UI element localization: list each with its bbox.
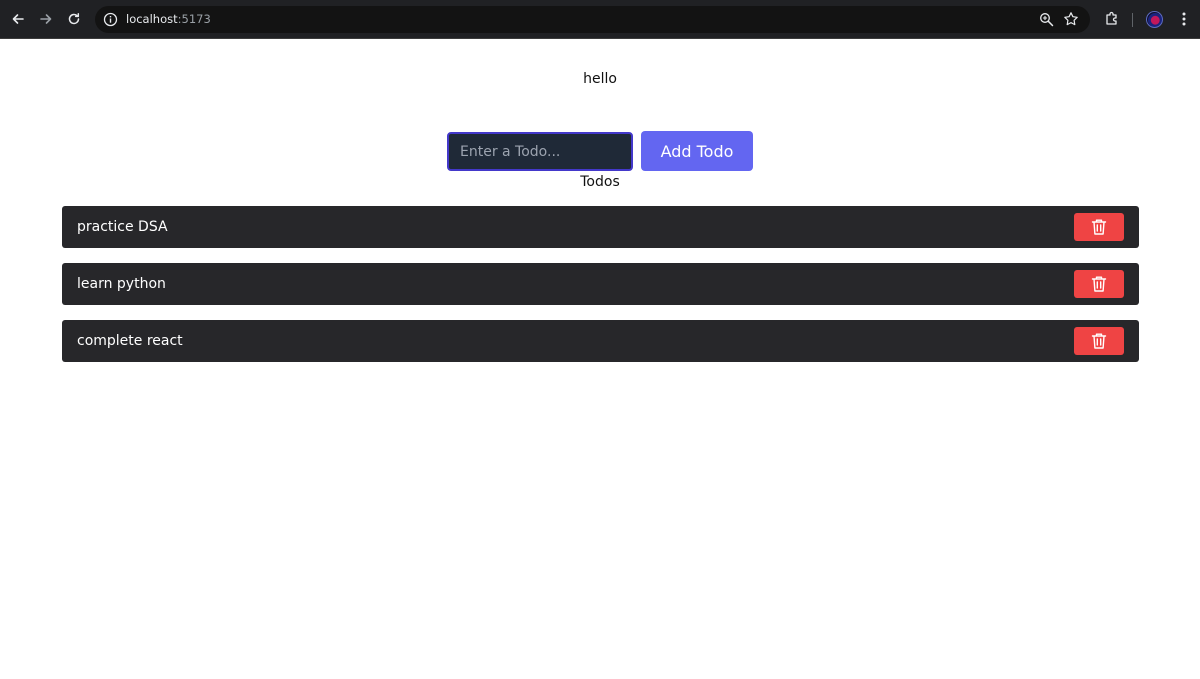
todo-item: complete react bbox=[62, 320, 1139, 362]
kebab-menu-icon[interactable] bbox=[1176, 11, 1192, 27]
todo-input[interactable] bbox=[447, 132, 633, 171]
todo-item-text: practice DSA bbox=[77, 219, 168, 235]
url-text[interactable]: localhost:5173 bbox=[126, 12, 211, 27]
back-arrow-icon bbox=[12, 14, 24, 24]
puzzle-icon[interactable] bbox=[1104, 11, 1120, 27]
todos-heading: Todos bbox=[580, 174, 620, 190]
delete-todo-button[interactable] bbox=[1074, 270, 1124, 298]
reload-icon bbox=[68, 13, 80, 25]
browser-toolbar: localhost:5173 bbox=[0, 0, 1200, 39]
trash-icon bbox=[1091, 219, 1107, 235]
delete-todo-button[interactable] bbox=[1074, 327, 1124, 355]
forward-arrow-icon bbox=[40, 14, 52, 24]
delete-todo-button[interactable] bbox=[1074, 213, 1124, 241]
address-bar[interactable]: localhost:5173 bbox=[95, 6, 1090, 33]
greeting-text: hello bbox=[583, 71, 617, 87]
trash-icon bbox=[1091, 276, 1107, 292]
back-button[interactable] bbox=[8, 9, 28, 29]
star-icon[interactable] bbox=[1063, 11, 1079, 27]
info-icon[interactable] bbox=[103, 12, 118, 27]
url-host: localhost bbox=[126, 12, 178, 26]
forward-button[interactable] bbox=[36, 9, 56, 29]
todo-item: learn python bbox=[62, 263, 1139, 305]
reload-button[interactable] bbox=[64, 9, 84, 29]
zoom-icon[interactable] bbox=[1039, 12, 1054, 27]
todo-item: practice DSA bbox=[62, 206, 1139, 248]
todo-item-text: learn python bbox=[77, 276, 166, 292]
add-todo-button[interactable]: Add Todo bbox=[641, 131, 753, 171]
trash-icon bbox=[1091, 333, 1107, 349]
profile-avatar[interactable] bbox=[1146, 11, 1163, 28]
todo-list: practice DSA learn python complete react bbox=[62, 206, 1139, 377]
url-port: :5173 bbox=[177, 12, 211, 26]
todo-item-text: complete react bbox=[77, 333, 183, 349]
toolbar-divider bbox=[1132, 13, 1133, 27]
